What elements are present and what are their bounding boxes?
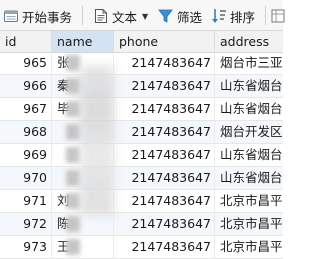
table-row[interactable]: 967 毕 2147483647 山东省烟台市 [0, 98, 283, 121]
cell-id[interactable]: 970 [0, 167, 52, 189]
redaction-mask [66, 101, 80, 117]
cell-phone[interactable]: 2147483647 [114, 167, 215, 189]
cell-name[interactable] [52, 121, 114, 143]
cell-id[interactable]: 966 [0, 75, 52, 97]
cell-name[interactable]: 刘 [52, 190, 114, 212]
cell-address[interactable]: 烟台开发区 [215, 121, 283, 143]
text-view-label: 文本 [112, 9, 138, 25]
cell-name[interactable]: 张 [52, 52, 114, 74]
cell-id[interactable]: 973 [0, 236, 52, 258]
begin-transaction-label: 开始事务 [22, 9, 73, 25]
cell-name[interactable]: 王 [52, 236, 114, 258]
cell-phone[interactable]: 2147483647 [114, 75, 215, 97]
column-header-address[interactable]: address [215, 31, 283, 52]
cell-phone[interactable]: 2147483647 [114, 144, 215, 166]
cell-name[interactable] [52, 167, 114, 189]
filter-button[interactable]: 筛选 [158, 5, 202, 27]
table-row[interactable]: 965 张 2147483647 烟台市三亚路 [0, 52, 283, 75]
filter-label: 筛选 [177, 9, 203, 25]
text-doc-icon [94, 8, 108, 24]
cell-phone[interactable]: 2147483647 [114, 98, 215, 120]
sort-button[interactable]: 排序 [211, 5, 255, 27]
redaction-mask [66, 239, 80, 255]
table-row[interactable]: 973 王 2147483647 北京市昌平区 [0, 236, 283, 259]
redaction-mask [66, 124, 80, 140]
toolbar-separator [82, 6, 83, 25]
cell-phone[interactable]: 2147483647 [114, 190, 215, 212]
table-row[interactable]: 968 2147483647 烟台开发区 [0, 121, 283, 144]
begin-transaction-button[interactable]: 开始事务 [3, 5, 72, 27]
column-header-phone[interactable]: phone [114, 31, 215, 52]
more-tools-icon[interactable] [271, 5, 285, 27]
redaction-mask [66, 55, 80, 71]
cell-address[interactable]: 北京市昌平区 [215, 236, 283, 258]
table-row[interactable]: 972 陈 2147483647 北京市昌平区 [0, 213, 283, 236]
cell-address[interactable]: 山东省烟台市 [215, 98, 283, 120]
table-row[interactable]: 969 2147483647 山东省烟台市 [0, 144, 283, 167]
column-header-name[interactable]: name [52, 31, 114, 52]
redaction-mask [66, 147, 80, 163]
cell-id[interactable]: 968 [0, 121, 52, 143]
cell-name[interactable]: 秦 [52, 75, 114, 97]
cell-address[interactable]: 烟台市三亚路 [215, 52, 283, 74]
cell-name[interactable]: 陈 [52, 213, 114, 235]
sort-icon [211, 7, 227, 25]
cell-address[interactable]: 北京市昌平区 [215, 213, 283, 235]
toolbar: 开始事务 文本 ▼ 筛选 排序 [0, 0, 285, 31]
grid-header: id name phone address [0, 31, 283, 53]
redaction-mask [66, 170, 80, 186]
filter-icon [158, 8, 173, 24]
cell-address[interactable]: 山东省烟台市 [215, 144, 283, 166]
column-header-id[interactable]: id [0, 31, 52, 52]
redaction-mask [66, 216, 80, 232]
cell-id[interactable]: 965 [0, 52, 52, 74]
cell-phone[interactable]: 2147483647 [114, 236, 215, 258]
table-row[interactable]: 971 刘 2147483647 北京市昌平区 [0, 190, 283, 213]
text-view-button[interactable]: 文本 ▼ [94, 5, 148, 27]
toolbar-separator [265, 6, 266, 25]
cell-id[interactable]: 972 [0, 213, 52, 235]
table-row[interactable]: 966 秦 2147483647 山东省烟台市 [0, 75, 283, 98]
table-row[interactable]: 970 2147483647 山东省烟台市 [0, 167, 283, 190]
cell-phone[interactable]: 2147483647 [114, 213, 215, 235]
cell-name[interactable]: 毕 [52, 98, 114, 120]
redaction-mask [66, 78, 80, 94]
redaction-mask [66, 193, 80, 209]
cell-id[interactable]: 971 [0, 190, 52, 212]
cell-address[interactable]: 北京市昌平区 [215, 190, 283, 212]
chevron-down-icon[interactable]: ▼ [142, 12, 148, 21]
cell-id[interactable]: 967 [0, 98, 52, 120]
cell-id[interactable]: 969 [0, 144, 52, 166]
cell-address[interactable]: 山东省烟台市 [215, 167, 283, 189]
cell-name[interactable] [52, 144, 114, 166]
transaction-icon [3, 8, 19, 24]
cell-phone[interactable]: 2147483647 [114, 52, 215, 74]
cell-phone[interactable]: 2147483647 [114, 121, 215, 143]
cell-address[interactable]: 山东省烟台市 [215, 75, 283, 97]
sort-label: 排序 [230, 9, 256, 25]
